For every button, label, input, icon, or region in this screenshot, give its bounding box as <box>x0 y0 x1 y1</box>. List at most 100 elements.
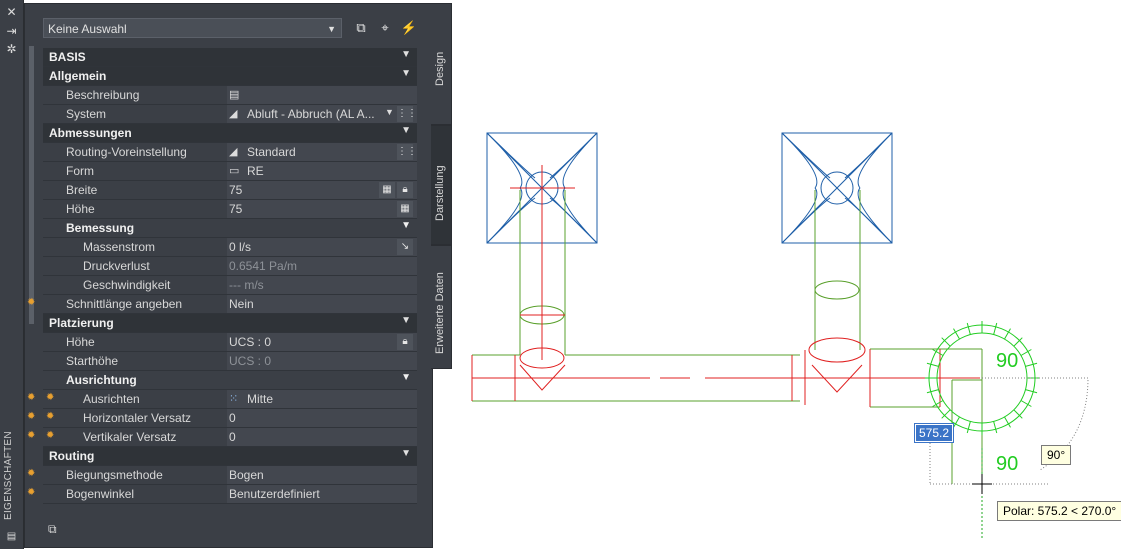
sun-icon: ✹ <box>27 392 36 403</box>
prop-value: 75 <box>229 202 243 216</box>
prop-ver-versatz[interactable]: ✹ ✹ Vertikaler Versatz 0 <box>27 428 417 447</box>
properties-panel: Keine Auswahl ▼ ⧉ ⌖ ⚡ BASIS ▼ Allgemein ▼ … <box>24 3 433 548</box>
selection-dropdown[interactable]: Keine Auswahl ▼ <box>43 18 342 38</box>
prop-bogenwinkel[interactable]: ✹ Bogenwinkel Benutzerdefiniert <box>27 485 417 504</box>
compass-tick <box>926 362 939 367</box>
prop-label: Routing-Voreinstellung <box>66 145 187 159</box>
prop-value: RE <box>247 164 264 178</box>
angle-tooltip: 90° <box>1041 445 1072 465</box>
compass-tick <box>926 389 939 394</box>
duct-centerlines <box>471 165 980 407</box>
prop-hor-versatz[interactable]: ✹ ✹ Horizontaler Versatz 0 <box>27 409 417 428</box>
autohide-icon[interactable]: ⇥ <box>4 24 19 38</box>
prop-pl-hoehe[interactable]: Höhe UCS : 0 🔒︎ <box>43 333 417 352</box>
tab-label: Darstellung <box>434 165 446 221</box>
tab-design[interactable]: Design <box>431 3 452 125</box>
collapse-icon: ▼ <box>401 220 411 231</box>
prop-value: Standard <box>247 145 296 159</box>
prop-geschwindigkeit: Geschwindigkeit --- m/s <box>43 276 417 295</box>
palette-menu-icon[interactable]: ▤ <box>4 530 19 544</box>
lock-icon[interactable]: 🔒︎ <box>397 334 413 350</box>
prop-beschreibung[interactable]: Beschreibung ▤ <box>43 86 417 105</box>
compass-tick <box>1025 389 1038 394</box>
prop-biegungsmethode[interactable]: ✹ Biegungsmethode Bogen <box>27 466 417 485</box>
drawing-canvas[interactable]: 90 90 <box>455 0 1121 549</box>
prop-label: Form <box>66 164 94 178</box>
section-title: Routing <box>49 449 95 463</box>
prop-label: Höhe <box>66 202 95 216</box>
prop-hoehe[interactable]: Höhe 75 ▦ <box>43 200 417 219</box>
prop-druckverlust: Druckverlust 0.6541 Pa/m <box>43 257 417 276</box>
new-object-icon[interactable]: ⧉ <box>352 19 370 37</box>
prop-label: Horizontaler Versatz <box>83 411 192 425</box>
justify-icon: ⁙ <box>229 393 239 405</box>
prop-value: 75 <box>229 183 243 197</box>
prop-label: Druckverlust <box>83 259 150 273</box>
settings-icon[interactable]: ✲ <box>4 42 19 56</box>
prop-label: System <box>66 107 107 121</box>
collapse-icon: ▼ <box>401 125 411 136</box>
prop-system[interactable]: System ◢ Abluft - Abbruch (AL A... ▼ ⋮⋮ <box>43 105 417 124</box>
section-basis[interactable]: BASIS ▼ <box>43 48 417 67</box>
prop-label: Bogenwinkel <box>66 487 135 501</box>
prop-label: Massenstrom <box>83 240 156 254</box>
prop-value: Benutzerdefiniert <box>229 487 320 501</box>
routing-icon: ◢ <box>229 146 238 158</box>
tab-label: Erweiterte Daten <box>434 272 446 354</box>
chevron-down-icon: ▼ <box>385 107 394 117</box>
sun-icon: ✹ <box>27 411 36 422</box>
shape-icon: ▭ <box>229 165 240 177</box>
dynamic-input-field[interactable]: 575.2 <box>913 423 955 443</box>
prop-label: Geschwindigkeit <box>83 278 171 292</box>
description-icon: ▤ <box>229 89 240 101</box>
sun-icon: ✹ <box>27 468 36 479</box>
prop-label: Höhe <box>66 335 95 349</box>
close-icon[interactable]: ✕ <box>4 5 19 19</box>
section-title: Platzierung <box>49 316 114 330</box>
quick-select-icon[interactable]: ⚡ <box>400 19 418 37</box>
prop-value: Nein <box>229 297 254 311</box>
prop-starthoehe: Starthöhe UCS : 0 <box>43 352 417 371</box>
tab-erweiterte-daten[interactable]: Erweiterte Daten <box>431 245 452 369</box>
pick-add-icon[interactable]: ⧉ <box>48 522 57 537</box>
calculator-icon[interactable]: ▦ <box>397 201 413 217</box>
prop-schnittlaenge[interactable]: ✹ Schnittlänge angeben Nein <box>27 295 417 314</box>
system-icon: ◢ <box>229 108 238 120</box>
section-ausrichtung[interactable]: Ausrichtung ▼ <box>43 371 417 390</box>
palette-titlebar: ✕ ⇥ ✲ EIGENSCHAFTEN ▤ <box>0 0 24 549</box>
prop-value: 0 <box>229 411 236 425</box>
tab-darstellung[interactable]: Darstellung <box>431 125 452 245</box>
property-grid: BASIS ▼ Allgemein ▼ Beschreibung ▤ System … <box>27 48 417 504</box>
compass-tick <box>966 322 971 335</box>
section-title: Bemessung <box>66 221 135 235</box>
prop-label: Starthöhe <box>66 354 119 368</box>
section-allgemein[interactable]: Allgemein ▼ <box>43 67 417 86</box>
compass-tick <box>993 322 998 335</box>
prop-value: Bogen <box>229 468 264 482</box>
prop-massenstrom[interactable]: Massenstrom 0 l/s ↘ <box>43 238 417 257</box>
section-bemessung[interactable]: Bemessung ▼ <box>43 219 417 238</box>
calc-flow-icon[interactable]: ↘ <box>397 239 413 255</box>
routing-picker-button[interactable]: ⋮⋮ <box>397 144 417 160</box>
calculator-icon[interactable]: ▦ <box>379 182 395 198</box>
prop-label: Vertikaler Versatz <box>83 430 177 444</box>
system-picker-button[interactable]: ⋮⋮ <box>397 106 417 122</box>
section-abmessungen[interactable]: Abmessungen ▼ <box>43 124 417 143</box>
chevron-down-icon: ▼ <box>327 24 336 34</box>
section-platzierung[interactable]: Platzierung ▼ <box>43 314 417 333</box>
prop-label: Biegungsmethode <box>66 468 163 482</box>
prop-form[interactable]: Form ▭ RE <box>43 162 417 181</box>
duct-runs <box>472 190 983 484</box>
prop-value: UCS : 0 <box>229 335 272 349</box>
section-routing[interactable]: Routing ▼ <box>43 447 417 466</box>
prop-breite[interactable]: Breite 75 ▦ 🔒︎ <box>43 181 417 200</box>
prop-ausrichten[interactable]: ✹ ✹ Ausrichten ⁙ Mitte <box>27 390 417 409</box>
collapse-icon: ▼ <box>401 315 411 326</box>
scrollbar[interactable] <box>29 46 34 324</box>
palette-title: EIGENSCHAFTEN <box>3 431 14 520</box>
select-objects-icon[interactable]: ⌖ <box>376 19 394 37</box>
prop-routing-voreinstellung[interactable]: Routing-Voreinstellung ◢ Standard ⋮⋮ <box>43 143 417 162</box>
lock-icon[interactable]: 🔒︎ <box>397 182 413 198</box>
selection-value: Keine Auswahl <box>48 22 127 36</box>
prop-value: 0 l/s <box>229 240 252 254</box>
